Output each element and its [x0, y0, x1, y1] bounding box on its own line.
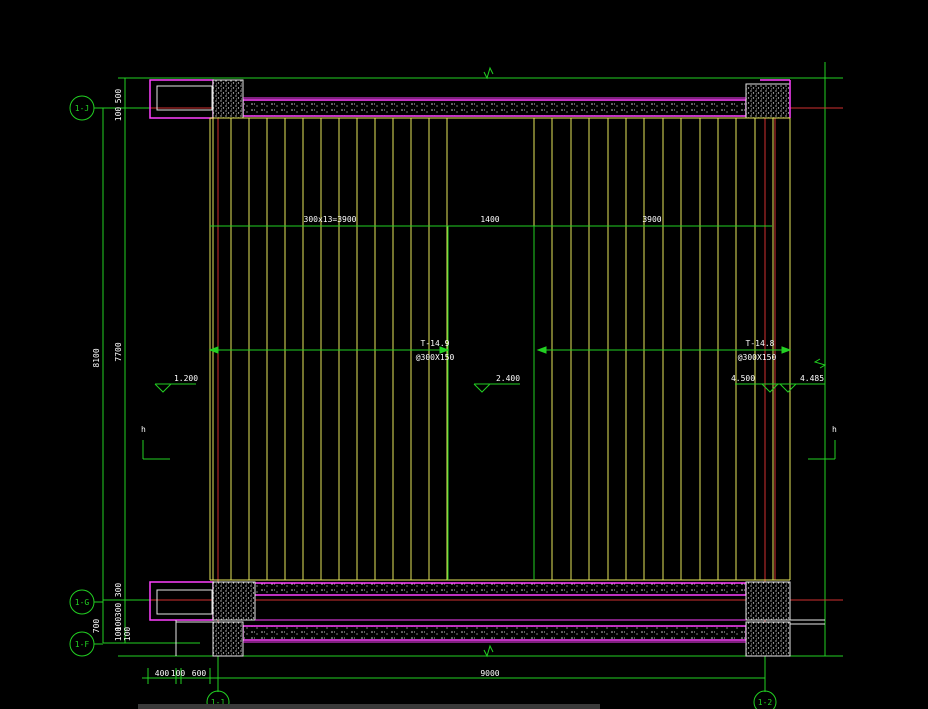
grid-bubble-1-2: 1-2: [753, 690, 777, 709]
dim-bottom-b: 100: [171, 669, 186, 678]
horizontal-scrollbar[interactable]: [138, 704, 600, 709]
axis-lines: [150, 84, 843, 656]
stair-treads: [212, 118, 774, 580]
grid-bubble-1G: 1-G: [69, 589, 103, 615]
dim-left-bot-d: 100: [114, 627, 123, 642]
dim-span-mid: 1400: [480, 215, 499, 224]
stair-outline: [209, 117, 791, 581]
grid-bubble-1F: 1-F: [69, 631, 103, 657]
dim-left-bot-b: 300: [114, 603, 123, 618]
elevation-right-a: 4.500: [731, 374, 755, 383]
dim-bottom-c: 600: [192, 669, 207, 678]
svg-text:1-G: 1-G: [75, 598, 90, 607]
stair-note-right-spec: @300X150: [738, 353, 777, 362]
stair-plan-drawing: 1-J 1-G 1-F 1-1 1-2 8100 7700 500 100 30…: [69, 62, 843, 709]
stair-dimensions: [142, 66, 836, 658]
dim-left-inner: 7700: [114, 342, 123, 361]
elevation-middle: 2.400: [496, 374, 520, 383]
bottom-wall: [149, 581, 825, 657]
dim-left-bot-f: 700: [92, 619, 101, 634]
stair-note-left-spec: @300X150: [416, 353, 455, 362]
section-mark-left: h: [141, 425, 146, 434]
elevation-left: 1.200: [174, 374, 198, 383]
dim-left-outer: 8100: [92, 348, 101, 367]
dim-span-right: 3900: [642, 215, 661, 224]
grid-bubble-1J: 1-J: [69, 95, 103, 121]
dim-left-bot-a: 300: [114, 583, 123, 598]
top-wall: [149, 79, 791, 119]
elevation-right-b: 4.485: [800, 374, 824, 383]
stair-note-left-run: T-14.9: [421, 339, 450, 348]
dim-left-top-b: 100: [114, 107, 123, 122]
dim-bottom-total: 9000: [480, 669, 499, 678]
svg-text:1-2: 1-2: [758, 698, 773, 707]
dim-left-bot-e: 100: [123, 627, 132, 642]
dim-bottom-a: 400: [155, 669, 170, 678]
svg-text:1-J: 1-J: [75, 104, 89, 113]
dim-left-top-a: 500: [114, 89, 123, 104]
section-mark-right: h: [832, 425, 837, 434]
svg-text:1-F: 1-F: [75, 640, 90, 649]
stair-note-right-run: T-14.8: [746, 339, 775, 348]
dim-span-left: 300x13=3900: [304, 215, 357, 224]
